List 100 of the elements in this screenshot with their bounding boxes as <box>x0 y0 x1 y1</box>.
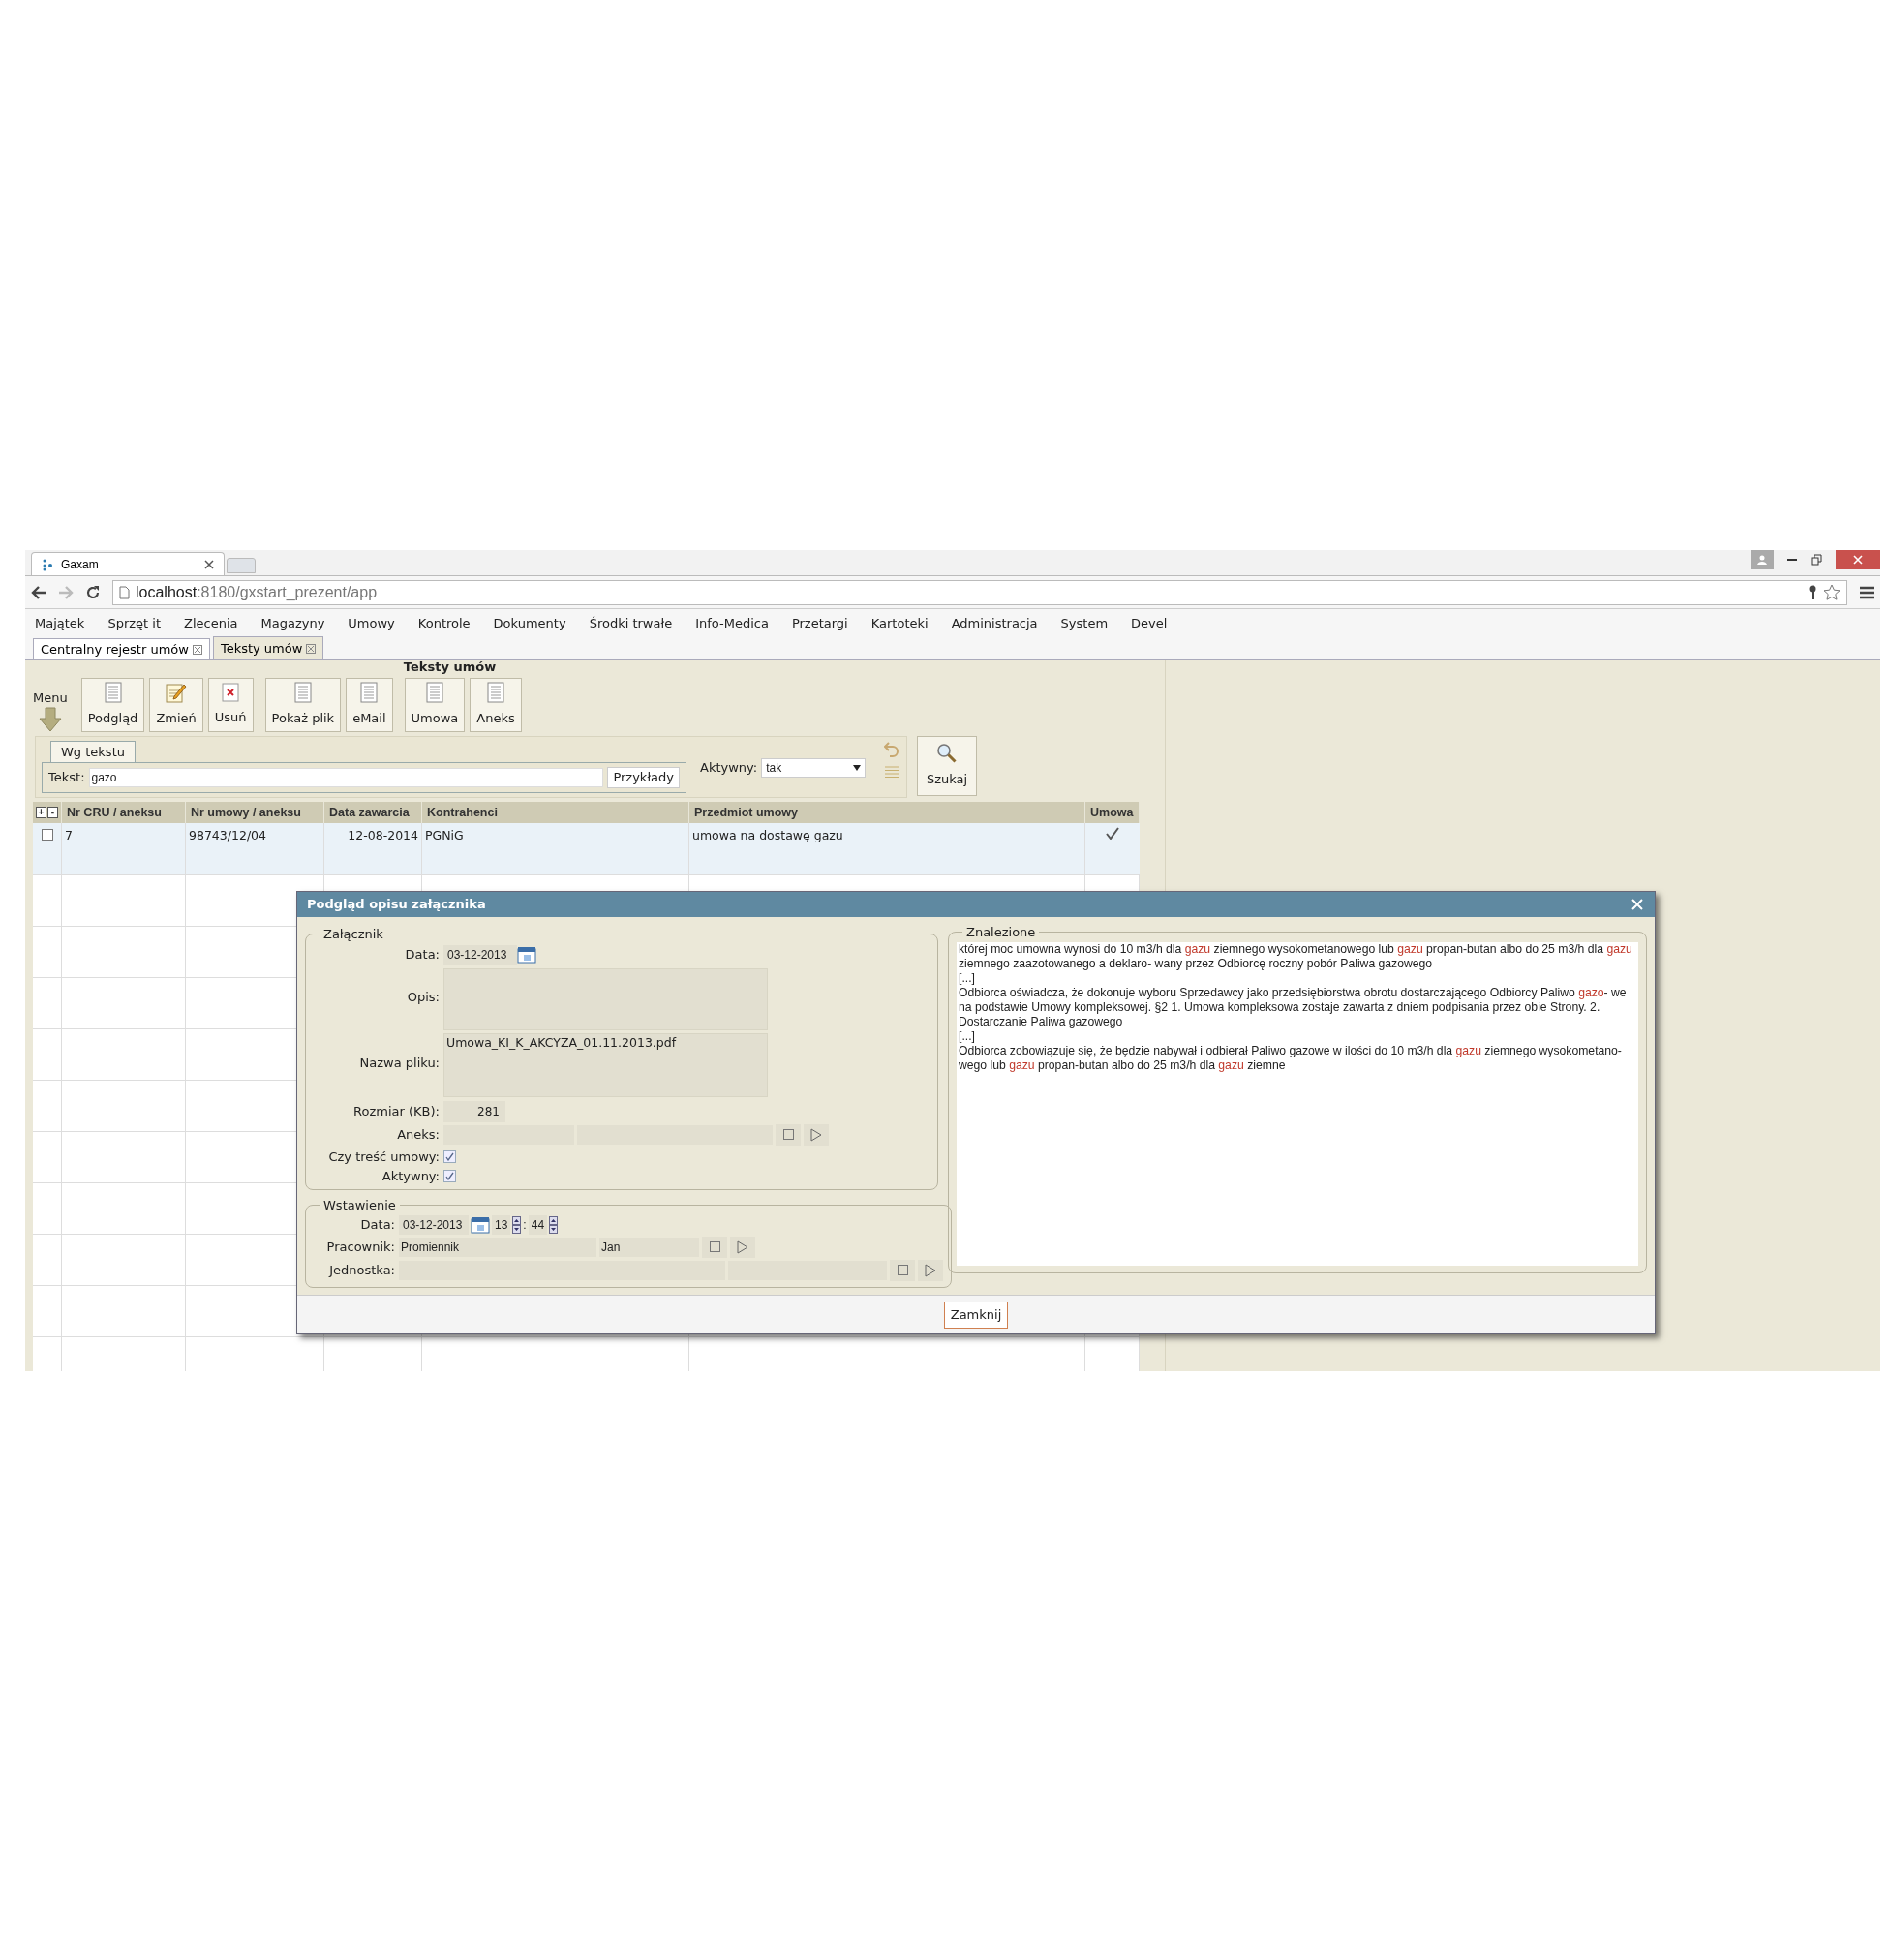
page-title: Teksty umów <box>402 660 498 676</box>
field-label: Opis: <box>406 989 440 1007</box>
menu-item[interactable]: Kartoteki <box>870 613 929 633</box>
restore-icon[interactable] <box>1811 554 1822 566</box>
close-button[interactable] <box>1630 897 1645 912</box>
tab-label: Teksty umów <box>220 639 303 658</box>
row-checkbox[interactable] <box>41 829 53 841</box>
app-tab[interactable]: Centralny rejestr umów <box>33 638 210 659</box>
undo-icon[interactable] <box>884 741 899 758</box>
new-tab-button[interactable] <box>227 558 256 573</box>
delete-icon <box>222 683 240 703</box>
dialog-title: Podgląd opisu załącznika <box>307 896 486 914</box>
menu-label: Menu <box>33 689 68 707</box>
panel-legend: Załącznik <box>320 925 387 944</box>
search-tab[interactable]: Wg tekstu <box>50 741 136 762</box>
caret-icon <box>853 765 862 771</box>
list-icon[interactable] <box>884 766 899 780</box>
back-icon[interactable] <box>31 585 46 599</box>
field-label: Jednostka: <box>327 1261 395 1279</box>
triangle-icon <box>810 1127 822 1142</box>
menu-icon[interactable] <box>1859 585 1875 599</box>
select-button[interactable] <box>730 1236 755 1258</box>
toolbar-button[interactable]: Zmień <box>149 678 203 732</box>
search-icon <box>936 743 958 765</box>
app-logo-icon <box>42 557 55 571</box>
square-icon <box>782 1129 794 1140</box>
menu-item[interactable]: Sprzęt it <box>107 613 161 633</box>
close-dialog-button[interactable]: Zamknij <box>943 1301 1009 1329</box>
square-icon <box>709 1241 720 1252</box>
star-icon[interactable] <box>1823 583 1841 601</box>
reload-icon[interactable] <box>85 584 101 600</box>
found-paragraph: [...] <box>959 1028 976 1044</box>
size-field[interactable]: 281 <box>443 1100 505 1122</box>
clear-button[interactable] <box>776 1123 801 1146</box>
table-cell: PGNiG <box>425 828 464 842</box>
field-label: Aktywny: <box>700 759 758 778</box>
field-label: Data: <box>359 1215 395 1234</box>
menu-item[interactable]: Przetargi <box>791 613 848 633</box>
minimize-icon[interactable] <box>1787 559 1797 563</box>
found-paragraph: której moc umowna wynosi do 10 m3/h dla gazu ziemnego wysokometanowego lub gazu propan-butan albo do 25 m3/h dla gazu ziemnego zaazotowanego a deklaro- wany przez Odbiorcę roczny pobór Paliwa gazowego <box>959 941 1633 971</box>
filename-field[interactable]: Umowa_KI_K_AKCYZA_01.11.2013.pdf <box>443 1032 768 1097</box>
menu-item[interactable]: Umowy <box>348 613 395 633</box>
user-button[interactable] <box>1751 550 1774 569</box>
field-label: Nazwa pliku: <box>358 1055 440 1073</box>
spinner-icon <box>512 1215 522 1234</box>
clear-button[interactable] <box>702 1236 727 1258</box>
menu-item[interactable]: System <box>1060 613 1109 633</box>
app-tab[interactable]: Teksty umów <box>212 636 324 659</box>
panel-legend: Wstawienie <box>320 1196 400 1215</box>
toolbar-button[interactable]: Pokaż plik <box>264 678 342 732</box>
menu-item[interactable]: Zlecenia <box>184 613 238 633</box>
menu-item[interactable]: Majątek <box>35 613 85 633</box>
active-dropdown[interactable]: tak <box>761 758 867 778</box>
address-field[interactable]: localhost:8180/gxstart_prezent/app <box>112 579 1847 605</box>
url-text: localhost:8180/gxstart_prezent/app <box>136 582 378 602</box>
date-field[interactable]: 03-12-2013 <box>399 1214 469 1235</box>
toolbar-button[interactable]: Usuń <box>207 678 254 732</box>
document-icon <box>104 682 122 704</box>
close-icon[interactable] <box>306 643 317 654</box>
field-label: Rozmiar (KB): <box>352 1102 440 1120</box>
minute-field[interactable]: 44 <box>528 1214 548 1235</box>
toolbar-button[interactable]: Podgląd <box>80 678 145 732</box>
table-cell: umowa na dostawę gazu <box>692 828 843 842</box>
menu-item[interactable]: Dokumenty <box>493 613 566 633</box>
document-icon <box>360 682 379 704</box>
document-icon <box>425 682 443 704</box>
collapse-button[interactable]: - <box>47 807 58 818</box>
field-label: Pracownik: <box>325 1238 395 1256</box>
document-icon <box>487 682 504 704</box>
close-icon[interactable] <box>192 644 202 655</box>
date-field[interactable]: 03-12-2013 <box>443 944 517 965</box>
menu-item[interactable]: Środki trwałe <box>589 613 673 633</box>
close-icon <box>1853 555 1863 565</box>
toolbar-button[interactable]: Umowa <box>404 678 466 732</box>
edit-icon <box>166 682 188 704</box>
clear-button[interactable] <box>890 1259 915 1281</box>
surname-field[interactable]: Promiennik <box>399 1237 596 1257</box>
select-button[interactable] <box>804 1123 829 1146</box>
close-window-button[interactable] <box>1836 550 1880 569</box>
hour-field[interactable]: 13 <box>492 1214 511 1235</box>
search-field[interactable]: gazo <box>88 768 604 787</box>
menu-item[interactable]: Info-Medica <box>695 613 769 633</box>
field-label: Aneks: <box>396 1125 440 1144</box>
examples-button[interactable]: Przykłady <box>607 767 680 788</box>
table-cell: 7 <box>65 828 73 842</box>
found-paragraph: Odbiorca zobowiązuje się, że będzie nabywał i odbierał Paliwo gazowe w ilości do 10 m3/h dla gazu ziemnego wysokometano- wego lub gazu propan-butan albo do 25 m3/h dla gazu ziemne <box>959 1043 1623 1073</box>
menu-item[interactable]: Magazyny <box>260 613 325 633</box>
menu-item[interactable]: Devel <box>1131 613 1168 633</box>
menu-item[interactable]: Administracja <box>951 613 1038 633</box>
toolbar-button[interactable]: eMail <box>346 678 393 732</box>
arrow-down-icon[interactable] <box>38 707 62 732</box>
found-paragraph: Odbiorca oświadcza, że dokonuje wyboru Sprzedawcy jako przedsiębiorstwa obrotu dostarczającego Odbiorcy Paliwo gazo- we na podstawie Umowy kompleksowej. §2 1. Umowa kompleksowa zostaje zawarta z dniem podpisania przez obie Strony. 2. Dostarczanie Paliwa gazowego <box>959 985 1628 1029</box>
forward-icon[interactable] <box>58 585 74 599</box>
menu-item[interactable]: Kontrole <box>417 613 471 633</box>
first-name-field[interactable]: Jan <box>599 1237 699 1257</box>
select-button[interactable] <box>918 1259 943 1281</box>
browser-tab[interactable]: Gaxam <box>31 552 225 575</box>
toolbar-button[interactable]: Aneks <box>470 678 522 732</box>
search-button[interactable]: Szukaj <box>917 736 977 796</box>
expand-button[interactable]: + <box>36 807 46 818</box>
